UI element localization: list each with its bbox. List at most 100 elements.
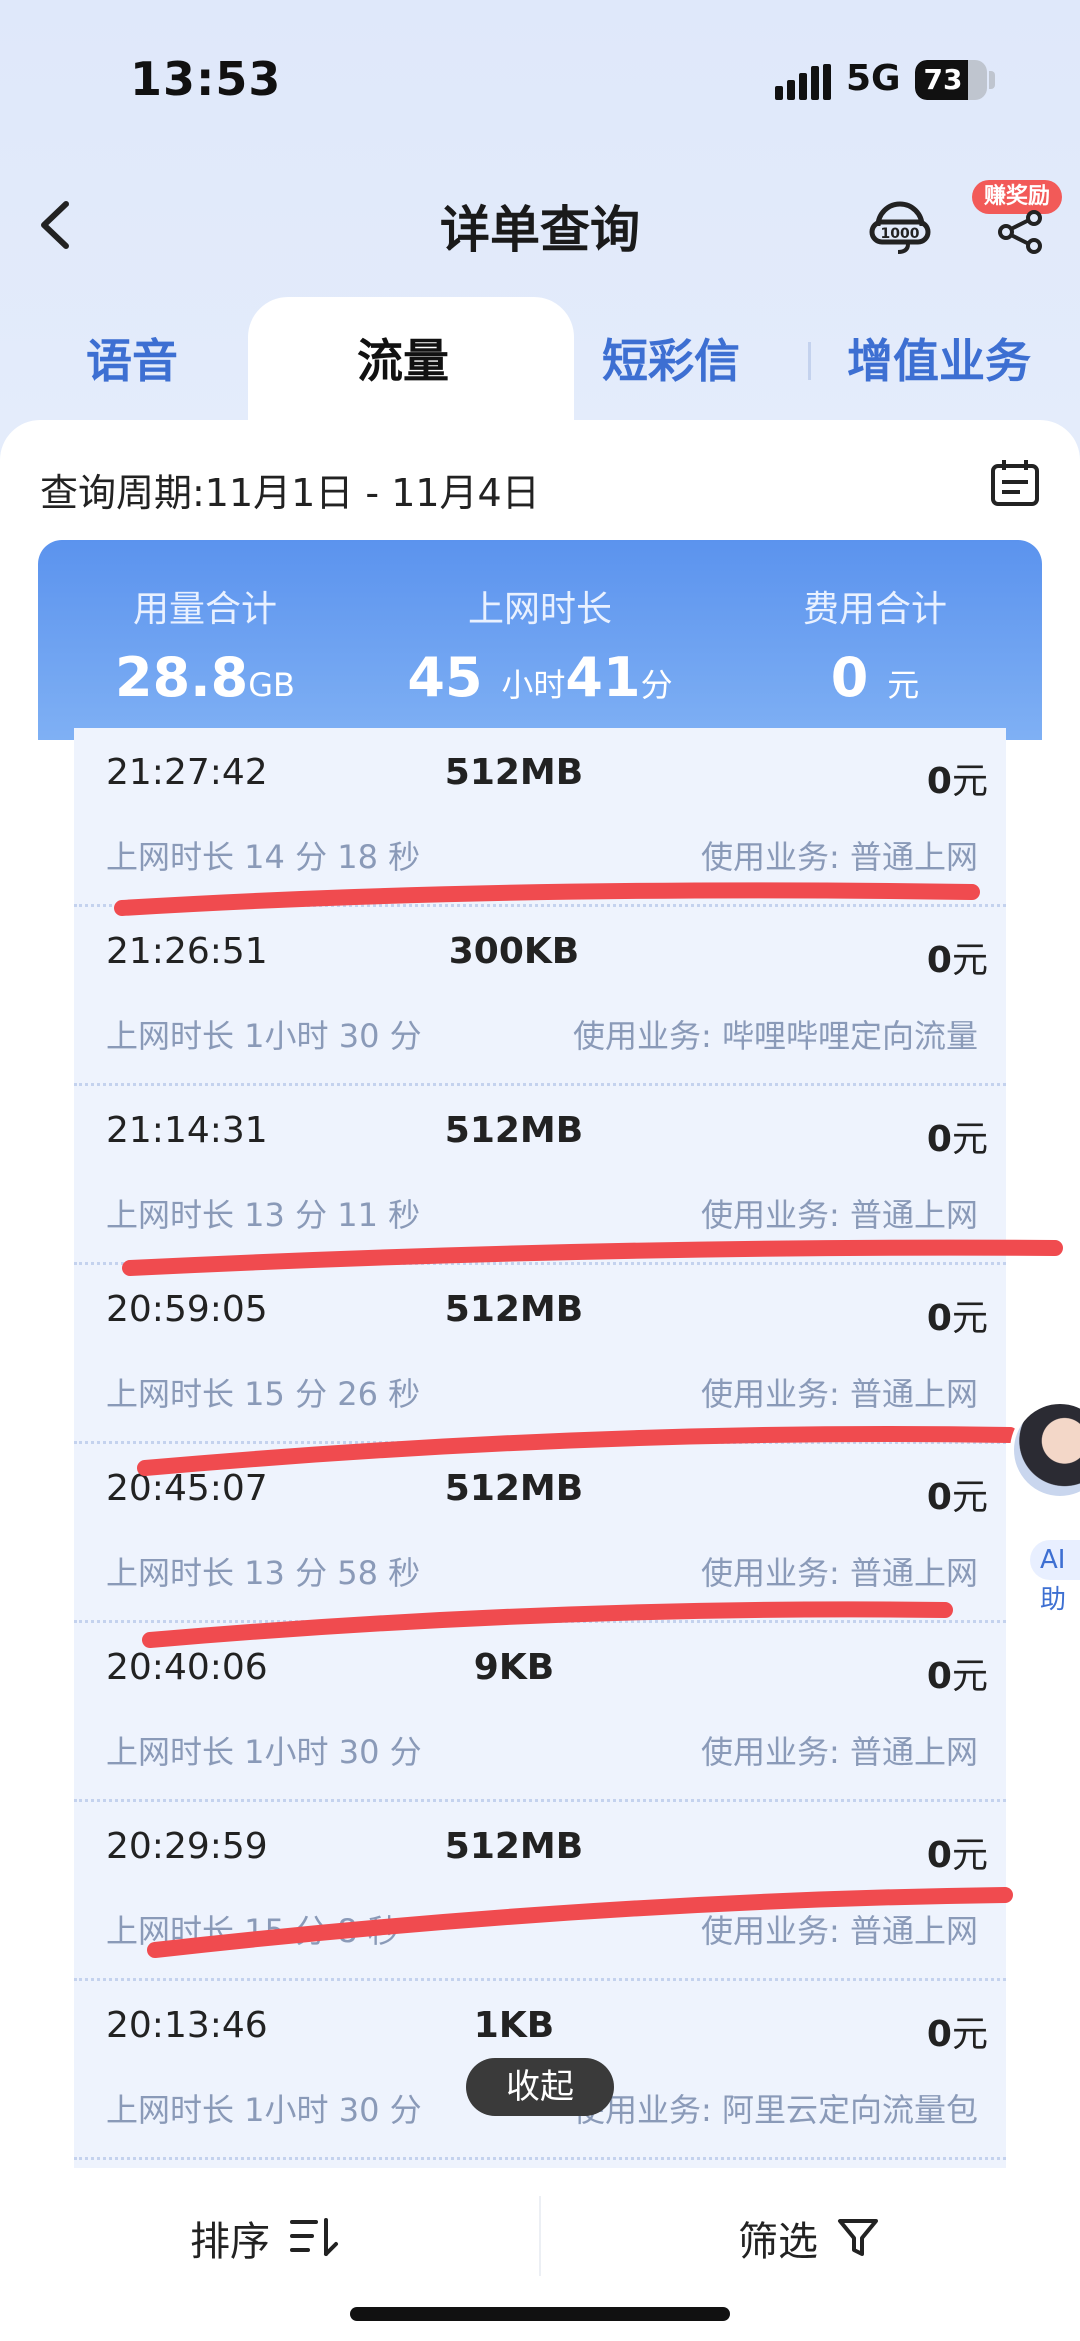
record-fee: 0元 [927, 931, 988, 983]
record-time: 21:26:51 [106, 931, 268, 972]
record-duration: 上网时长 1小时 30 分 [106, 2091, 422, 2129]
fee-value: 0 元 [708, 646, 1042, 709]
record-fee-unit: 元 [951, 761, 988, 802]
duration-hours: 45 [407, 646, 483, 709]
record-fee-value: 0 [926, 2014, 952, 2055]
records-list: 21:27:42 512MB 0元 上网时长 14 分 18 秒 使用业务: 普… [74, 728, 1006, 2168]
record-data: 512MB [444, 1826, 584, 1867]
record-row[interactable]: 21:26:51 300KB 0元 上网时长 1小时 30 分 使用业务: 哔哩… [74, 907, 1006, 1086]
record-service: 使用业务: 普通上网 [701, 1733, 978, 1771]
record-service: 使用业务: 阿里云定向流量包 [573, 2091, 978, 2129]
record-row[interactable]: 20:59:05 512MB 0元 上网时长 15 分 26 秒 使用业务: 普… [74, 1265, 1006, 1444]
tab-divider [808, 342, 811, 380]
record-duration: 上网时长 13 分 58 秒 [106, 1554, 421, 1592]
status-bar: 13:53 5G 73 [0, 0, 1080, 160]
duration-minutes: 41 [565, 646, 641, 709]
battery-tip [989, 71, 995, 89]
sort-label: 排序 [190, 2219, 270, 2265]
fee-summary: 费用合计 0 元 [708, 580, 1042, 709]
tab-data[interactable]: 流量 [357, 325, 449, 391]
duration-summary: 上网时长 45 小时41分 [373, 580, 707, 709]
filter-icon [838, 2219, 878, 2256]
record-duration: 上网时长 14 分 18 秒 [106, 838, 421, 876]
record-fee-value: 0 [926, 940, 952, 981]
record-duration: 上网时长 15 分 8 秒 [106, 1912, 400, 1950]
record-data: 300KB [448, 931, 580, 972]
record-fee: 0元 [927, 1468, 988, 1520]
record-fee-value: 0 [926, 1656, 952, 1697]
usage-label: 用量合计 [132, 589, 277, 630]
calendar-icon[interactable] [990, 458, 1040, 508]
record-time: 20:59:05 [106, 1289, 268, 1330]
filter-label: 筛选 [738, 2219, 818, 2265]
record-fee: 0元 [927, 2005, 988, 2057]
duration-label: 上网时长 [467, 589, 612, 630]
record-fee: 0元 [927, 1110, 988, 1162]
record-row[interactable]: 20:40:06 9KB 0元 上网时长 1小时 30 分 使用业务: 普通上网 [74, 1623, 1006, 1802]
usage-number: 28.8 [115, 646, 249, 709]
record-data: 512MB [444, 752, 584, 793]
record-service: 使用业务: 普通上网 [701, 1554, 978, 1592]
record-service: 使用业务: 普通上网 [701, 1375, 978, 1413]
share-icon[interactable] [996, 208, 1044, 256]
duration-value: 45 小时41分 [373, 646, 707, 709]
record-row[interactable]: 21:14:31 512MB 0元 上网时长 13 分 11 秒 使用业务: 普… [74, 1086, 1006, 1265]
record-fee-unit: 元 [951, 1835, 988, 1876]
record-data: 9KB [473, 1647, 555, 1688]
duration-minutes-unit: 分 [640, 666, 673, 704]
tab-value-added[interactable]: 增值业务 [847, 325, 1031, 391]
record-data: 512MB [444, 1289, 584, 1330]
record-row[interactable]: 20:29:59 512MB 0元 上网时长 15 分 8 秒 使用业务: 普通… [74, 1802, 1006, 1981]
fee-label: 费用合计 [802, 589, 947, 630]
record-fee-unit: 元 [951, 940, 988, 981]
battery-level: 73 [923, 63, 963, 96]
sort-button[interactable]: 排序 [190, 2210, 342, 2266]
record-time: 20:13:46 [106, 2005, 268, 2046]
status-time: 13:53 [130, 52, 282, 106]
battery-indicator: 73 [915, 60, 987, 100]
record-time: 20:45:07 [106, 1468, 268, 1509]
record-service: 使用业务: 普通上网 [701, 1196, 978, 1234]
record-fee: 0元 [927, 752, 988, 804]
query-period: 查询周期:11月1日 - 11月4日 [40, 471, 540, 515]
record-fee-value: 0 [926, 761, 952, 802]
ai-assistant-label[interactable]: AI助 [1030, 1540, 1080, 1615]
record-fee-value: 0 [926, 1298, 952, 1339]
record-time: 20:40:06 [106, 1647, 268, 1688]
filter-button[interactable]: 筛选 [738, 2210, 880, 2266]
fee-number: 0 [830, 646, 869, 709]
collapse-button[interactable]: 收起 [466, 2058, 614, 2116]
sort-icon [290, 2218, 338, 2256]
record-fee-unit: 元 [951, 1298, 988, 1339]
record-fee: 0元 [927, 1826, 988, 1878]
record-fee-value: 0 [926, 1119, 952, 1160]
record-time: 20:29:59 [106, 1826, 268, 1867]
record-service: 使用业务: 哔哩哔哩定向流量 [573, 1017, 978, 1055]
record-row[interactable]: 21:27:42 512MB 0元 上网时长 14 分 18 秒 使用业务: 普… [74, 728, 1006, 907]
record-data: 512MB [444, 1468, 584, 1509]
record-row[interactable]: 20:45:07 512MB 0元 上网时长 13 分 58 秒 使用业务: 普… [74, 1444, 1006, 1623]
record-duration: 上网时长 15 分 26 秒 [106, 1375, 421, 1413]
summary-card: 用量合计 28.8GB 上网时长 45 小时41分 费用合计 0 元 [38, 540, 1042, 740]
svg-text:1000: 1000 [881, 226, 920, 242]
duration-hours-unit: 小时 [501, 666, 566, 704]
tab-sms[interactable]: 短彩信 [602, 325, 740, 391]
usage-value: 28.8GB [38, 646, 372, 709]
headset-service-icon[interactable]: 1000 [868, 192, 932, 256]
record-duration: 上网时长 1小时 30 分 [106, 1733, 422, 1771]
record-service: 使用业务: 普通上网 [701, 1912, 978, 1950]
tab-voice[interactable]: 语音 [86, 325, 178, 391]
record-fee: 0元 [927, 1647, 988, 1699]
record-time: 21:14:31 [106, 1110, 268, 1151]
record-fee-unit: 元 [951, 1119, 988, 1160]
record-duration: 上网时长 1小时 30 分 [106, 1017, 422, 1055]
record-fee-unit: 元 [951, 1656, 988, 1697]
usage-unit: GB [248, 666, 295, 704]
bottom-bar-divider [539, 2196, 541, 2276]
record-data: 1KB [473, 2005, 555, 2046]
record-fee: 0元 [927, 1289, 988, 1341]
record-fee-value: 0 [926, 1835, 952, 1876]
record-fee-unit: 元 [951, 1477, 988, 1518]
usage-summary: 用量合计 28.8GB [38, 580, 372, 709]
signal-icon [775, 64, 831, 100]
